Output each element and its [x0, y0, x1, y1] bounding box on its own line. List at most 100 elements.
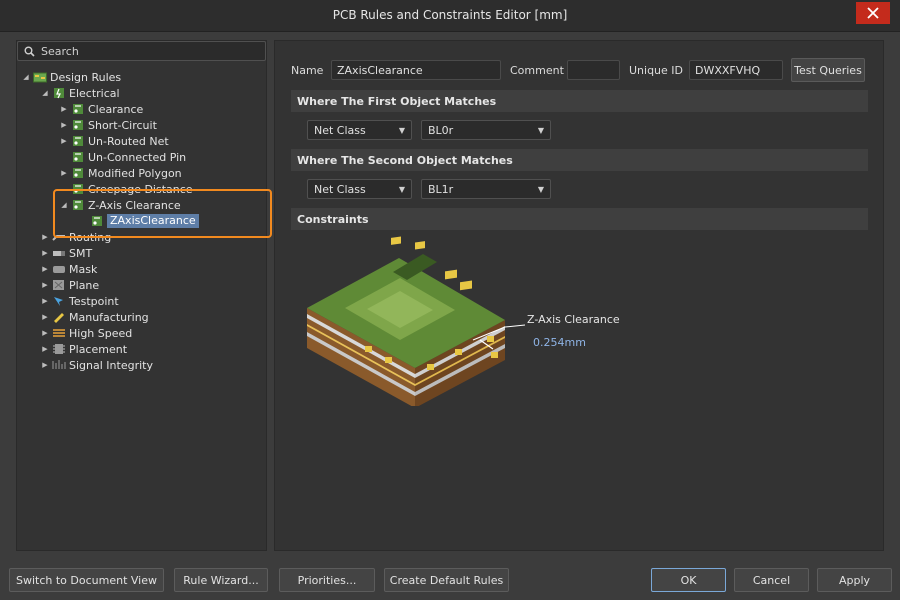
- tree-item-label: Mask: [69, 262, 98, 276]
- first-match-heading: Where The First Object Matches: [291, 90, 868, 112]
- zaxis-clearance-value[interactable]: 0.254mm: [533, 336, 586, 349]
- title-bar: PCB Rules and Constraints Editor [mm]: [0, 0, 900, 32]
- expand-arrow-icon[interactable]: ▶: [40, 249, 50, 257]
- expand-arrow-icon[interactable]: ▶: [40, 345, 50, 353]
- second-match-type-select[interactable]: Net Class ▼: [307, 179, 412, 199]
- collapse-arrow-icon[interactable]: ◢: [21, 73, 31, 81]
- expand-arrow-icon[interactable]: ▶: [40, 297, 50, 305]
- search-input[interactable]: Search: [17, 41, 266, 61]
- expand-arrow-icon[interactable]: ▶: [59, 137, 69, 145]
- smt-icon: [52, 247, 66, 259]
- tree-item-z-axis-clearance[interactable]: ◢ Z-Axis Clearance: [17, 197, 266, 213]
- expand-arrow-icon[interactable]: ▶: [59, 105, 69, 113]
- tree-item-placement[interactable]: ▶ Placement: [17, 341, 266, 357]
- expand-arrow-icon[interactable]: ▶: [40, 265, 50, 273]
- window-title: PCB Rules and Constraints Editor [mm]: [332, 8, 568, 22]
- first-match-type-select[interactable]: Net Class ▼: [307, 120, 412, 140]
- tree-item-label: Routing: [69, 230, 112, 244]
- design-rules-icon: [33, 71, 47, 83]
- test-queries-button[interactable]: Test Queries: [791, 58, 865, 82]
- tree-item-creepage-distance[interactable]: Creepage Distance: [17, 181, 266, 197]
- tree-item-label: Z-Axis Clearance: [88, 198, 181, 212]
- zaxis-clearance-label: Z-Axis Clearance: [527, 313, 620, 326]
- constraints-heading: Constraints: [291, 208, 868, 230]
- tree-item-label: Plane: [69, 278, 100, 292]
- tree-item-label: SMT: [69, 246, 93, 260]
- second-match-heading: Where The Second Object Matches: [291, 149, 868, 171]
- expand-arrow-icon[interactable]: ▶: [40, 329, 50, 337]
- rule-icon: [71, 151, 85, 163]
- placement-icon: [52, 343, 66, 355]
- chevron-down-icon: ▼: [537, 126, 544, 135]
- tree-item-signal-integrity[interactable]: ▶ Signal Integrity: [17, 357, 266, 373]
- close-icon: [867, 7, 879, 19]
- rule-wizard-button[interactable]: Rule Wizard...: [174, 568, 268, 592]
- ok-button[interactable]: OK: [651, 568, 726, 592]
- comment-label: Comment: [510, 63, 564, 77]
- tree-item-mask[interactable]: ▶ Mask: [17, 261, 266, 277]
- expand-arrow-icon[interactable]: ▶: [40, 313, 50, 321]
- name-field[interactable]: ZAxisClearance: [331, 60, 501, 80]
- tree-item-electrical[interactable]: ◢ Electrical: [17, 85, 266, 101]
- tree-item-routing[interactable]: ▶ Routing: [17, 229, 266, 245]
- tree-item-clearance[interactable]: ▶ Clearance: [17, 101, 266, 117]
- expand-arrow-icon[interactable]: ▶: [40, 361, 50, 369]
- rule-icon: [71, 119, 85, 131]
- apply-button[interactable]: Apply: [817, 568, 892, 592]
- routing-icon: [52, 231, 66, 243]
- tree-item-testpoint[interactable]: ▶ Testpoint: [17, 293, 266, 309]
- tree-item-label: Design Rules: [50, 70, 122, 84]
- tree-item-smt[interactable]: ▶ SMT: [17, 245, 266, 261]
- plane-icon: [52, 279, 66, 291]
- name-label: Name: [291, 63, 324, 77]
- expand-arrow-icon[interactable]: ▶: [59, 121, 69, 129]
- tree-item-zaxisclearance[interactable]: ZAxisClearance: [17, 213, 266, 229]
- expand-arrow-icon[interactable]: ▶: [40, 233, 50, 241]
- unique-id-field[interactable]: DWXXFVHQ: [689, 60, 783, 80]
- rule-icon: [71, 167, 85, 179]
- tree-item-label: Testpoint: [69, 294, 119, 308]
- chevron-down-icon: ▼: [537, 185, 544, 194]
- tree-item-label: Modified Polygon: [88, 166, 182, 180]
- name-row: Name ZAxisClearance Comment Unique ID DW…: [291, 58, 865, 82]
- rule-icon: [71, 103, 85, 115]
- tree-item-label: Signal Integrity: [69, 358, 153, 372]
- cancel-button[interactable]: Cancel: [734, 568, 809, 592]
- rule-icon: [90, 215, 104, 227]
- create-default-rules-button[interactable]: Create Default Rules: [384, 568, 509, 592]
- priorities-button[interactable]: Priorities...: [279, 568, 375, 592]
- expand-arrow-icon[interactable]: ▶: [40, 281, 50, 289]
- tree-item-modified-polygon[interactable]: ▶ Modified Polygon: [17, 165, 266, 181]
- electrical-icon: [52, 87, 66, 99]
- tree-item-label: High Speed: [69, 326, 133, 340]
- tree-item-label: Creepage Distance: [88, 182, 193, 196]
- signal-integrity-icon: [52, 359, 66, 371]
- collapse-arrow-icon[interactable]: ◢: [59, 201, 69, 209]
- tree-item-design-rules[interactable]: ◢ Design Rules: [17, 69, 266, 85]
- first-match-value-select[interactable]: BL0r ▼: [421, 120, 551, 140]
- comment-field[interactable]: [567, 60, 620, 80]
- switch-to-document-view-button[interactable]: Switch to Document View: [9, 568, 164, 592]
- tree-item-label: Short-Circuit: [88, 118, 157, 132]
- search-placeholder: Search: [41, 44, 79, 58]
- tree-item-label: Placement: [69, 342, 128, 356]
- tree-item-manufacturing[interactable]: ▶ Manufacturing: [17, 309, 266, 325]
- testpoint-icon: [52, 295, 66, 307]
- tree-item-short-circuit[interactable]: ▶ Short-Circuit: [17, 117, 266, 133]
- expand-arrow-icon[interactable]: ▶: [59, 169, 69, 177]
- tree-item-plane[interactable]: ▶ Plane: [17, 277, 266, 293]
- close-button[interactable]: [856, 2, 890, 24]
- high-speed-icon: [52, 327, 66, 339]
- tree-item-un-routed-net[interactable]: ▶ Un-Routed Net: [17, 133, 266, 149]
- collapse-arrow-icon[interactable]: ◢: [40, 89, 50, 97]
- tree-item-label: Manufacturing: [69, 310, 149, 324]
- tree-item-label: Electrical: [69, 86, 120, 100]
- unique-id-label: Unique ID: [629, 63, 684, 77]
- tree-item-high-speed[interactable]: ▶ High Speed: [17, 325, 266, 341]
- tree-item-label: ZAxisClearance: [107, 214, 199, 228]
- chevron-down-icon: ▼: [398, 126, 405, 135]
- rule-icon: [71, 135, 85, 147]
- chevron-down-icon: ▼: [398, 185, 405, 194]
- tree-item-un-connected-pin[interactable]: Un-Connected Pin: [17, 149, 266, 165]
- second-match-value-select[interactable]: BL1r ▼: [421, 179, 551, 199]
